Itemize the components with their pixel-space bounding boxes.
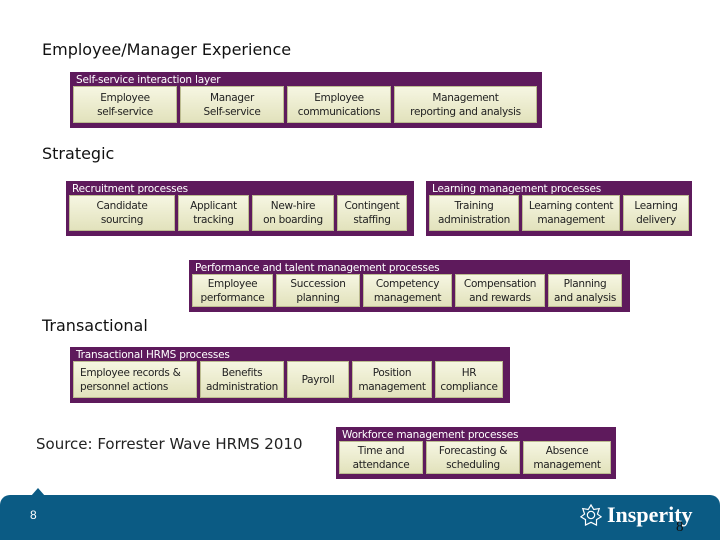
cell-candidate-sourcing[interactable]: Candidate sourcing <box>69 195 175 231</box>
cell-employee-communications[interactable]: Employee communications <box>287 86 391 123</box>
insperity-star-icon <box>580 504 602 526</box>
page-number: 8 <box>30 508 37 522</box>
group-workforce: Workforce management processes Time and … <box>336 427 616 479</box>
group-title: Recruitment processes <box>72 183 188 195</box>
source-citation: Source: Forrester Wave HRMS 2010 <box>36 435 303 453</box>
heading-strategic: Strategic <box>42 144 115 163</box>
group-performance: Performance and talent management proces… <box>189 260 630 312</box>
page-number-overlay: 8 <box>676 519 684 535</box>
cell-manager-self-service[interactable]: Manager Self-service <box>180 86 284 123</box>
group-title: Learning management processes <box>432 183 602 195</box>
cell-forecasting-scheduling[interactable]: Forecasting & scheduling <box>426 441 520 474</box>
cell-learning-content-management[interactable]: Learning content management <box>522 195 620 231</box>
heading-experience: Employee/Manager Experience <box>42 40 292 59</box>
cell-competency-management[interactable]: Competency management <box>363 274 452 307</box>
cell-succession-planning[interactable]: Succession planning <box>276 274 360 307</box>
cell-payroll[interactable]: Payroll <box>287 361 349 398</box>
cell-benefits-administration[interactable]: Benefits administration <box>200 361 284 398</box>
cell-employee-performance[interactable]: Employee performance <box>192 274 273 307</box>
group-transactional-hrms: Transactional HRMS processes Employee re… <box>70 347 510 403</box>
cell-applicant-tracking[interactable]: Applicant tracking <box>178 195 249 231</box>
cell-employee-records[interactable]: Employee records & personnel actions <box>73 361 197 398</box>
cell-absence-management[interactable]: Absence management <box>523 441 611 474</box>
cell-training-administration[interactable]: Training administration <box>429 195 519 231</box>
heading-transactional: Transactional <box>42 316 148 335</box>
cell-learning-delivery[interactable]: Learning delivery <box>623 195 689 231</box>
group-title: Self-service interaction layer <box>76 74 221 86</box>
cell-position-management[interactable]: Position management <box>352 361 432 398</box>
cell-compensation-rewards[interactable]: Compensation and rewards <box>455 274 545 307</box>
cell-hr-compliance[interactable]: HR compliance <box>435 361 503 398</box>
group-self-service: Self-service interaction layer Employee … <box>70 72 542 128</box>
cell-management-reporting[interactable]: Management reporting and analysis <box>394 86 537 123</box>
cell-planning-analysis[interactable]: Planning and analysis <box>548 274 622 307</box>
cell-employee-self-service[interactable]: Employee self-service <box>73 86 177 123</box>
group-learning: Learning management processes Training a… <box>426 181 692 236</box>
cell-time-attendance[interactable]: Time and attendance <box>339 441 423 474</box>
group-title: Transactional HRMS processes <box>76 349 230 361</box>
group-title: Workforce management processes <box>342 429 519 441</box>
cell-contingent-staffing[interactable]: Contingent staffing <box>337 195 407 231</box>
group-title: Performance and talent management proces… <box>195 262 440 274</box>
group-recruitment: Recruitment processes Candidate sourcing… <box>66 181 414 236</box>
cell-new-hire-onboarding[interactable]: New-hire on boarding <box>252 195 334 231</box>
